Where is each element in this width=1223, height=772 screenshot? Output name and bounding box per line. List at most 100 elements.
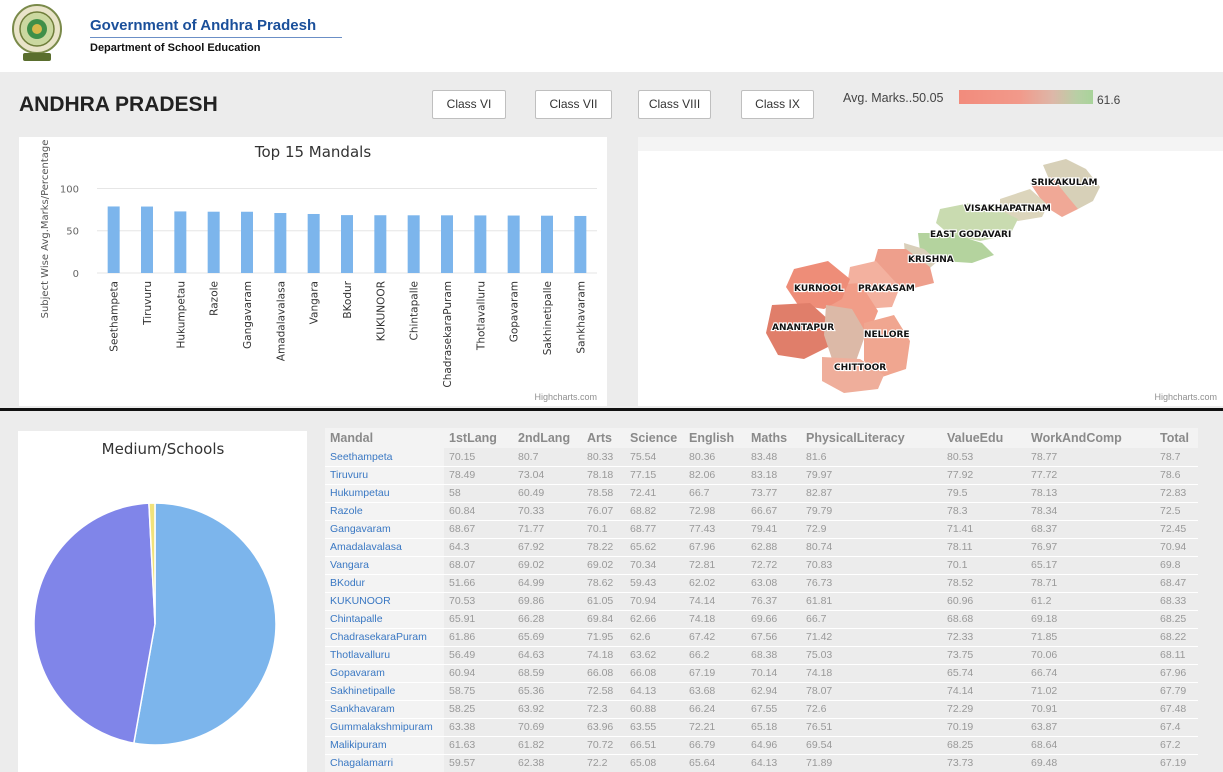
table-cell: 67.56 xyxy=(746,628,801,647)
bar-chintapalle[interactable] xyxy=(407,215,420,273)
table-cell: 68.82 xyxy=(625,502,684,521)
mandal-link[interactable]: Gopavaram xyxy=(325,664,444,683)
map-label-kurnool: KURNOOL xyxy=(794,284,844,294)
org-title[interactable]: Government of Andhra Pradesh xyxy=(90,17,316,34)
table-cell: 66.7 xyxy=(684,484,746,503)
table-cell: 70.53 xyxy=(444,592,513,611)
class-ix-button[interactable]: Class IX xyxy=(741,90,814,119)
bar-sakhinetipalle[interactable] xyxy=(541,215,553,273)
mandal-link[interactable]: Malikipuram xyxy=(325,736,444,755)
mandal-link[interactable]: Thotlavalluru xyxy=(325,646,444,665)
column-header-science[interactable]: Science xyxy=(625,428,684,448)
table-cell: 76.37 xyxy=(746,592,801,611)
table-cell: 70.94 xyxy=(1155,538,1198,557)
column-header-english[interactable]: English xyxy=(684,428,746,448)
table-cell: 61.81 xyxy=(801,592,942,611)
table-cell: 70.34 xyxy=(625,556,684,575)
table-row: Gummalakshmipuram 63.38 70.69 63.96 63.55 72.… xyxy=(325,718,1198,737)
table-cell: 78.11 xyxy=(942,538,1026,557)
column-header-valueedu[interactable]: ValueEdu xyxy=(942,428,1026,448)
mandal-link[interactable]: Seethampeta xyxy=(325,448,444,467)
table-cell: 69.84 xyxy=(582,610,625,629)
table-cell: 71.42 xyxy=(801,628,942,647)
mandal-link[interactable]: Tiruvuru xyxy=(325,466,444,485)
mandal-link[interactable]: KUKUNOOR xyxy=(325,592,444,611)
column-header-physicalliteracy[interactable]: PhysicalLiteracy xyxy=(801,428,942,448)
bar-bkodur[interactable] xyxy=(341,215,353,273)
bar-chart-x-label: KUKUNOOR xyxy=(375,281,387,341)
column-header-1stlang[interactable]: 1stLang xyxy=(444,428,513,448)
bar-razole[interactable] xyxy=(207,211,220,273)
column-header-arts[interactable]: Arts xyxy=(582,428,625,448)
bar-tiruvuru[interactable] xyxy=(141,206,153,273)
table-cell: 73.04 xyxy=(513,466,582,485)
mandal-link[interactable]: BKodur xyxy=(325,574,444,593)
bar-chart-credit[interactable]: Highcharts.com xyxy=(534,392,597,402)
bar-gangavaram[interactable] xyxy=(241,211,253,273)
bar-thotlavalluru[interactable] xyxy=(474,215,487,273)
table-cell: 70.33 xyxy=(513,502,582,521)
column-header-maths[interactable]: Maths xyxy=(746,428,801,448)
bar-sankhavaram[interactable] xyxy=(574,215,587,273)
bar-vangara[interactable] xyxy=(307,213,320,273)
table-cell: 71.02 xyxy=(1026,682,1155,701)
class-vi-button[interactable]: Class VI xyxy=(432,90,506,119)
table-cell: 79.79 xyxy=(801,502,942,521)
mandal-link[interactable]: Gangavaram xyxy=(325,520,444,539)
mandal-link[interactable]: Razole xyxy=(325,502,444,521)
column-header-mandal[interactable]: Mandal xyxy=(325,428,444,448)
table-cell: 65.69 xyxy=(513,628,582,647)
table-cell: 58.75 xyxy=(444,682,513,701)
table-cell: 76.51 xyxy=(801,718,942,737)
table-cell: 82.87 xyxy=(801,484,942,503)
mandal-link[interactable]: Vangara xyxy=(325,556,444,575)
table-cell: 80.53 xyxy=(942,448,1026,467)
mandal-link[interactable]: Gummalakshmipuram xyxy=(325,718,444,737)
column-header-workandcomp[interactable]: WorkAndComp xyxy=(1026,428,1155,448)
table-cell: 80.74 xyxy=(801,538,942,557)
bar-gopavaram[interactable] xyxy=(507,215,520,273)
table-cell: 74.18 xyxy=(801,664,942,683)
bar-chart-x-label: Razole xyxy=(209,281,221,316)
pie-slice[interactable] xyxy=(33,502,156,745)
column-header-2ndlang[interactable]: 2ndLang xyxy=(513,428,582,448)
table-cell: 63.92 xyxy=(513,700,582,719)
avg-marks-legend-max: 61.6 xyxy=(1097,93,1121,107)
bar-chadrasekarapuram[interactable] xyxy=(441,215,453,273)
bar-hukumpetau[interactable] xyxy=(174,211,187,273)
table-cell: 69.8 xyxy=(1155,556,1198,575)
bar-chart-x-label: Vangara xyxy=(309,281,321,324)
table-cell: 78.52 xyxy=(942,574,1026,593)
table-cell: 72.41 xyxy=(625,484,684,503)
table-cell: 60.96 xyxy=(942,592,1026,611)
bar-kukunoor[interactable] xyxy=(374,215,387,273)
table-cell: 63.62 xyxy=(625,646,684,665)
andhra-pradesh-district-map[interactable]: SRIKAKULAM VISAKHAPATNAM EAST GODAVARI KRIS… xyxy=(638,137,1223,406)
bar-amadalavalasa[interactable] xyxy=(274,213,287,273)
table-cell: 82.06 xyxy=(684,466,746,485)
table-cell: 62.94 xyxy=(746,682,801,701)
class-vii-button[interactable]: Class VII xyxy=(535,90,612,119)
mandal-link[interactable]: ChadrasekaraPuram xyxy=(325,628,444,647)
table-cell: 72.29 xyxy=(942,700,1026,719)
column-header-total[interactable]: Total xyxy=(1155,428,1198,448)
mandal-link[interactable]: Hukumpetau xyxy=(325,484,444,503)
table-cell: 68.38 xyxy=(746,646,801,665)
mandal-link[interactable]: Chagalamarri xyxy=(325,754,444,772)
mandal-link[interactable]: Amadalavalasa xyxy=(325,538,444,557)
table-cell: 67.19 xyxy=(1155,754,1198,772)
mandal-link[interactable]: Chintapalle xyxy=(325,610,444,629)
bar-seethampeta[interactable] xyxy=(107,206,120,273)
table-cell: 68.25 xyxy=(942,736,1026,755)
map-credit[interactable]: Highcharts.com xyxy=(1154,392,1217,402)
table-cell: 80.36 xyxy=(684,448,746,467)
class-viii-button[interactable]: Class VIII xyxy=(638,90,711,119)
table-row: Vangara 68.07 69.02 69.02 70.34 72.81 72.72 70.… xyxy=(325,556,1198,575)
mandal-link[interactable]: Sakhinetipalle xyxy=(325,682,444,701)
mandal-link[interactable]: Sankhavaram xyxy=(325,700,444,719)
table-cell: 69.86 xyxy=(513,592,582,611)
table-row: ChadrasekaraPuram 61.86 65.69 71.95 62.6 67.4… xyxy=(325,628,1198,647)
table-cell: 71.89 xyxy=(801,754,942,772)
table-cell: 74.18 xyxy=(582,646,625,665)
table-cell: 75.03 xyxy=(801,646,942,665)
